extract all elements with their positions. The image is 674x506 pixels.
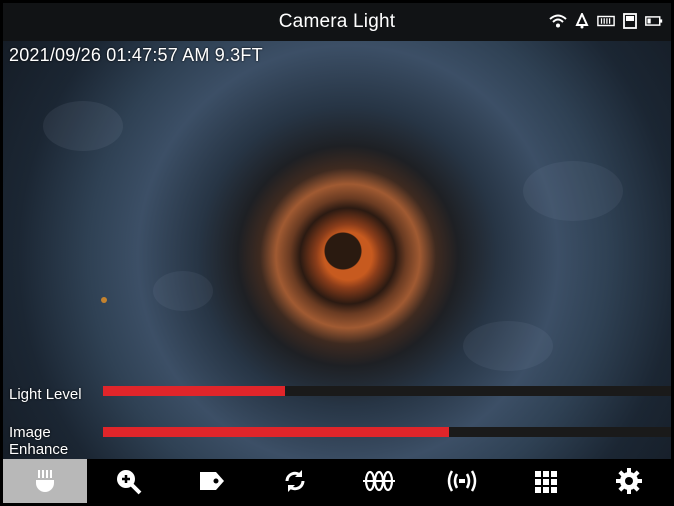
locator-signal-icon bbox=[444, 466, 480, 496]
locator-signal-button[interactable] bbox=[421, 459, 505, 503]
feed-texture bbox=[463, 321, 553, 371]
distance-meter-icon bbox=[361, 466, 397, 496]
wifi-icon bbox=[549, 13, 567, 29]
feed-texture bbox=[101, 297, 107, 303]
title-bar: Camera Light bbox=[3, 3, 671, 41]
timestamp-depth-readout: 2021/09/26 01:47:57 AM 9.3FT bbox=[9, 45, 263, 65]
tag-icon bbox=[197, 466, 227, 496]
camera-light-button[interactable] bbox=[3, 459, 87, 503]
feed-texture bbox=[523, 161, 623, 221]
settings-gear-icon bbox=[614, 466, 644, 496]
bottom-toolbar bbox=[3, 459, 671, 503]
feed-texture bbox=[43, 101, 123, 151]
settings-button[interactable] bbox=[588, 459, 672, 503]
image-enhance-label: Image Enhance bbox=[9, 424, 69, 458]
feed-texture bbox=[153, 271, 213, 311]
grid-icon bbox=[531, 466, 561, 496]
alert-bell-icon bbox=[573, 13, 591, 29]
distance-meter-button[interactable] bbox=[337, 459, 421, 503]
memory-card-icon bbox=[597, 13, 615, 29]
camera-feed: 2021/09/26 01:47:57 AM 9.3FT Light Level… bbox=[3, 41, 671, 459]
image-enhance-slider[interactable] bbox=[103, 427, 671, 437]
camera-light-icon bbox=[30, 466, 60, 496]
inspection-camera-screen: Camera Light 2021/09/26 01:47:57 AM 9.3F… bbox=[3, 3, 671, 503]
light-level-label: Light Level bbox=[9, 386, 82, 403]
light-level-slider[interactable] bbox=[103, 386, 671, 396]
zoom-in-button[interactable] bbox=[87, 459, 171, 503]
rotate-button[interactable] bbox=[254, 459, 338, 503]
battery-icon bbox=[645, 13, 663, 29]
rotate-icon bbox=[280, 466, 310, 496]
zoom-in-icon bbox=[113, 466, 143, 496]
status-icons bbox=[549, 13, 663, 29]
image-enhance-fill bbox=[103, 427, 450, 437]
save-icon bbox=[621, 13, 639, 29]
tag-button[interactable] bbox=[170, 459, 254, 503]
grid-button[interactable] bbox=[504, 459, 588, 503]
light-level-fill bbox=[103, 386, 285, 396]
